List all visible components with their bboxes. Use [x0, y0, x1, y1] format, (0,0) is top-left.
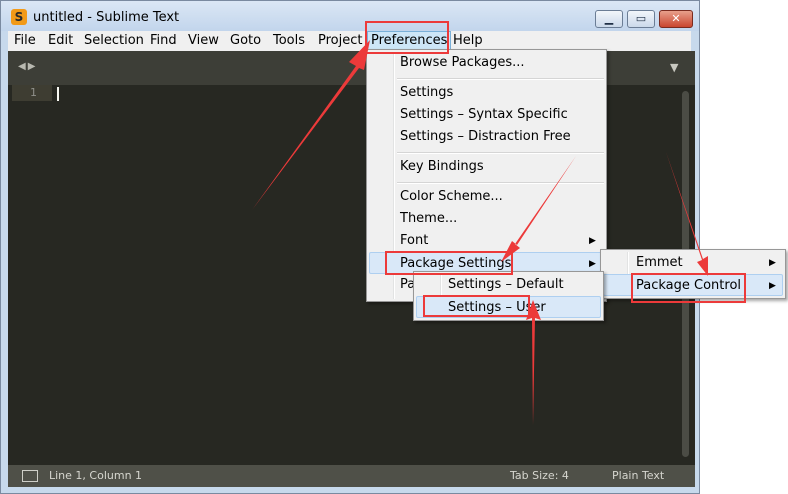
menu-item-theme[interactable]: Theme... [369, 208, 604, 230]
text-cursor [57, 87, 59, 101]
menu-edit[interactable]: Edit [45, 31, 76, 51]
minimize-button[interactable]: ▁ [595, 10, 623, 28]
menu-item-settings-syntax-specific[interactable]: Settings – Syntax Specific [369, 104, 604, 126]
submenu-arrow-icon: ▶ [769, 281, 776, 291]
maximize-icon: ▭ [635, 12, 647, 25]
menu-selection[interactable]: Selection [81, 31, 147, 51]
menu-item-browse-packages[interactable]: Browse Packages... [369, 52, 604, 74]
menu-separator [397, 78, 604, 80]
status-bar: Line 1, Column 1 Tab Size: 4 Plain Text [8, 465, 695, 487]
tab-dropdown-icon[interactable]: ▼ [670, 61, 678, 74]
tab-nav-arrows-icon[interactable]: ◀▶ [18, 61, 37, 72]
menu-item-package-control[interactable]: Package Control ▶ [603, 274, 783, 296]
menu-tools[interactable]: Tools [270, 31, 308, 51]
submenu-arrow-icon: ▶ [769, 258, 776, 268]
line-number: 1 [30, 86, 37, 99]
menu-separator [397, 182, 604, 184]
menu-help[interactable]: Help [450, 31, 486, 51]
menu-item-font[interactable]: Font ▶ [369, 230, 604, 252]
status-tab-size[interactable]: Tab Size: 4 [510, 469, 569, 482]
menu-item-key-bindings[interactable]: Key Bindings [369, 156, 604, 178]
menu-bar: File Edit Selection Find View Goto Tools… [8, 31, 691, 51]
menu-separator [397, 152, 604, 154]
close-icon: ✕ [671, 12, 681, 25]
menu-preferences[interactable]: Preferences [367, 31, 452, 51]
sublime-text-icon: S [11, 9, 27, 25]
submenu-arrow-icon: ▶ [589, 236, 596, 246]
panel-toggle-icon[interactable] [22, 470, 38, 482]
menu-find[interactable]: Find [147, 31, 180, 51]
title-bar[interactable]: S untitled - Sublime Text ▁ ▭ ✕ [1, 1, 699, 31]
close-button[interactable]: ✕ [659, 10, 693, 28]
menu-item-settings-distraction-free[interactable]: Settings – Distraction Free [369, 126, 604, 148]
menu-view[interactable]: View [185, 31, 222, 51]
menu-item-settings[interactable]: Settings [369, 82, 604, 104]
menu-file[interactable]: File [11, 31, 39, 51]
package-control-submenu: Settings – Default Settings – User [413, 271, 604, 321]
window-title: untitled - Sublime Text [33, 10, 180, 25]
maximize-button[interactable]: ▭ [627, 10, 655, 28]
menu-project[interactable]: Project [315, 31, 365, 51]
menu-item-color-scheme[interactable]: Color Scheme... [369, 186, 604, 208]
status-syntax[interactable]: Plain Text [612, 469, 664, 482]
preferences-menu: Browse Packages... Settings Settings – S… [366, 49, 607, 302]
menu-goto[interactable]: Goto [227, 31, 264, 51]
menu-item-emmet[interactable]: Emmet ▶ [603, 252, 783, 274]
menu-item-settings-user[interactable]: Settings – User [416, 296, 601, 318]
menu-item-settings-default[interactable]: Settings – Default [416, 274, 601, 296]
status-cursor-position: Line 1, Column 1 [49, 469, 143, 482]
minimize-icon: ▁ [604, 12, 614, 25]
package-settings-submenu: Emmet ▶ Package Control ▶ [600, 249, 786, 299]
